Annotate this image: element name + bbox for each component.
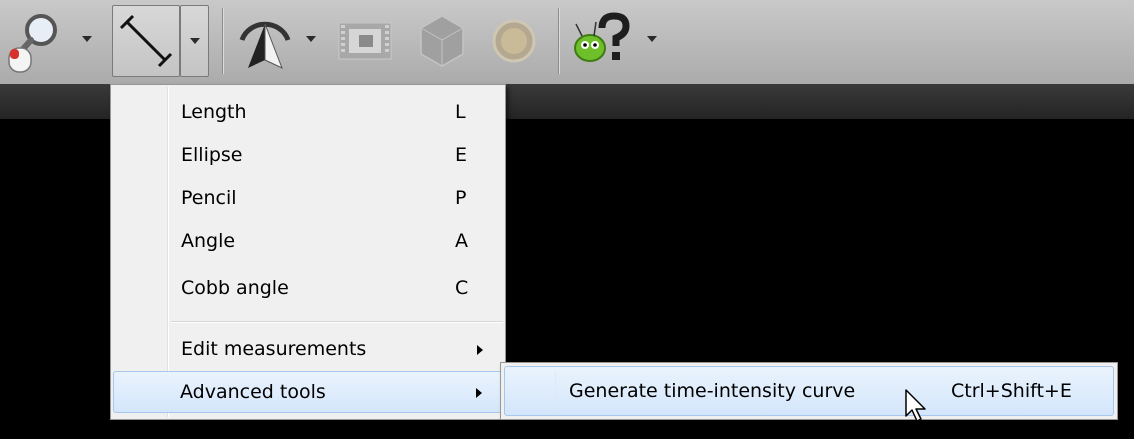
menu-item-shortcut: A: [455, 230, 468, 252]
menu-item-pencil[interactable]: Pencil P: [113, 177, 503, 219]
submenu-arrow-icon: [476, 388, 482, 398]
menu-item-label: Pencil: [181, 187, 237, 209]
chevron-down-icon: [189, 38, 200, 44]
menu-item-label: Length: [181, 101, 247, 123]
3d-rotate-icon: [239, 21, 291, 69]
measure-dropdown-button[interactable]: [180, 5, 209, 77]
menu-item-angle[interactable]: Angle A: [113, 220, 503, 262]
help-button[interactable]: [566, 5, 636, 77]
zoom-button[interactable]: [4, 5, 66, 77]
toolbar-separator: [222, 8, 224, 74]
menu-item-edit-measurements[interactable]: Edit measurements: [113, 328, 503, 370]
fusion-icon: [492, 19, 536, 63]
menu-item-length[interactable]: Length L: [113, 91, 503, 133]
measure-menu: Length L Ellipse E Pencil P Angle A Cobb…: [110, 84, 506, 420]
menu-item-shortcut: Ctrl+Shift+E: [951, 380, 1072, 402]
menu-item-label: Cobb angle: [181, 277, 289, 299]
film-icon: [338, 22, 392, 60]
line-ruler-icon: [119, 14, 173, 68]
submenu-arrow-icon: [477, 345, 483, 355]
measure-button[interactable]: [112, 5, 180, 77]
fusion-button[interactable]: [484, 5, 544, 77]
magnifier-mouse-icon: [8, 14, 57, 73]
movie-button[interactable]: [334, 5, 396, 77]
menu-separator: [171, 321, 503, 323]
advanced-tools-submenu: Generate time-intensity curve Ctrl+Shift…: [500, 362, 1118, 420]
menu-item-label: Generate time-intensity curve: [569, 380, 856, 402]
zoom-dropdown-arrow-icon[interactable]: [82, 36, 92, 42]
menu-item-ellipse[interactable]: Ellipse E: [113, 134, 503, 176]
menu-item-shortcut: C: [455, 277, 469, 299]
mpr-cube-icon: [420, 15, 464, 67]
menu-item-label: Edit measurements: [181, 338, 367, 360]
menu-item-label: Angle: [181, 230, 236, 252]
mouse-cursor-icon: [905, 389, 926, 422]
menu-item-shortcut: E: [455, 144, 468, 166]
menu-item-label: Advanced tools: [180, 381, 326, 403]
toolbar: [0, 0, 1134, 84]
orientation-button[interactable]: [232, 5, 298, 77]
help-bug-icon: [574, 12, 630, 62]
menu-icon-gutter: [555, 371, 556, 411]
help-dropdown-arrow-icon[interactable]: [647, 36, 657, 42]
toolbar-separator: [558, 8, 560, 74]
mpr-button[interactable]: [412, 5, 472, 77]
menu-item-generate-time-intensity-curve[interactable]: Generate time-intensity curve Ctrl+Shift…: [504, 366, 1114, 416]
menu-item-advanced-tools[interactable]: Advanced tools: [113, 371, 503, 413]
menu-item-cobb-angle[interactable]: Cobb angle C: [113, 267, 503, 309]
menu-item-shortcut: L: [455, 101, 466, 123]
orientation-dropdown-arrow-icon[interactable]: [306, 36, 316, 42]
menu-item-shortcut: P: [455, 187, 467, 209]
menu-item-label: Ellipse: [181, 144, 243, 166]
